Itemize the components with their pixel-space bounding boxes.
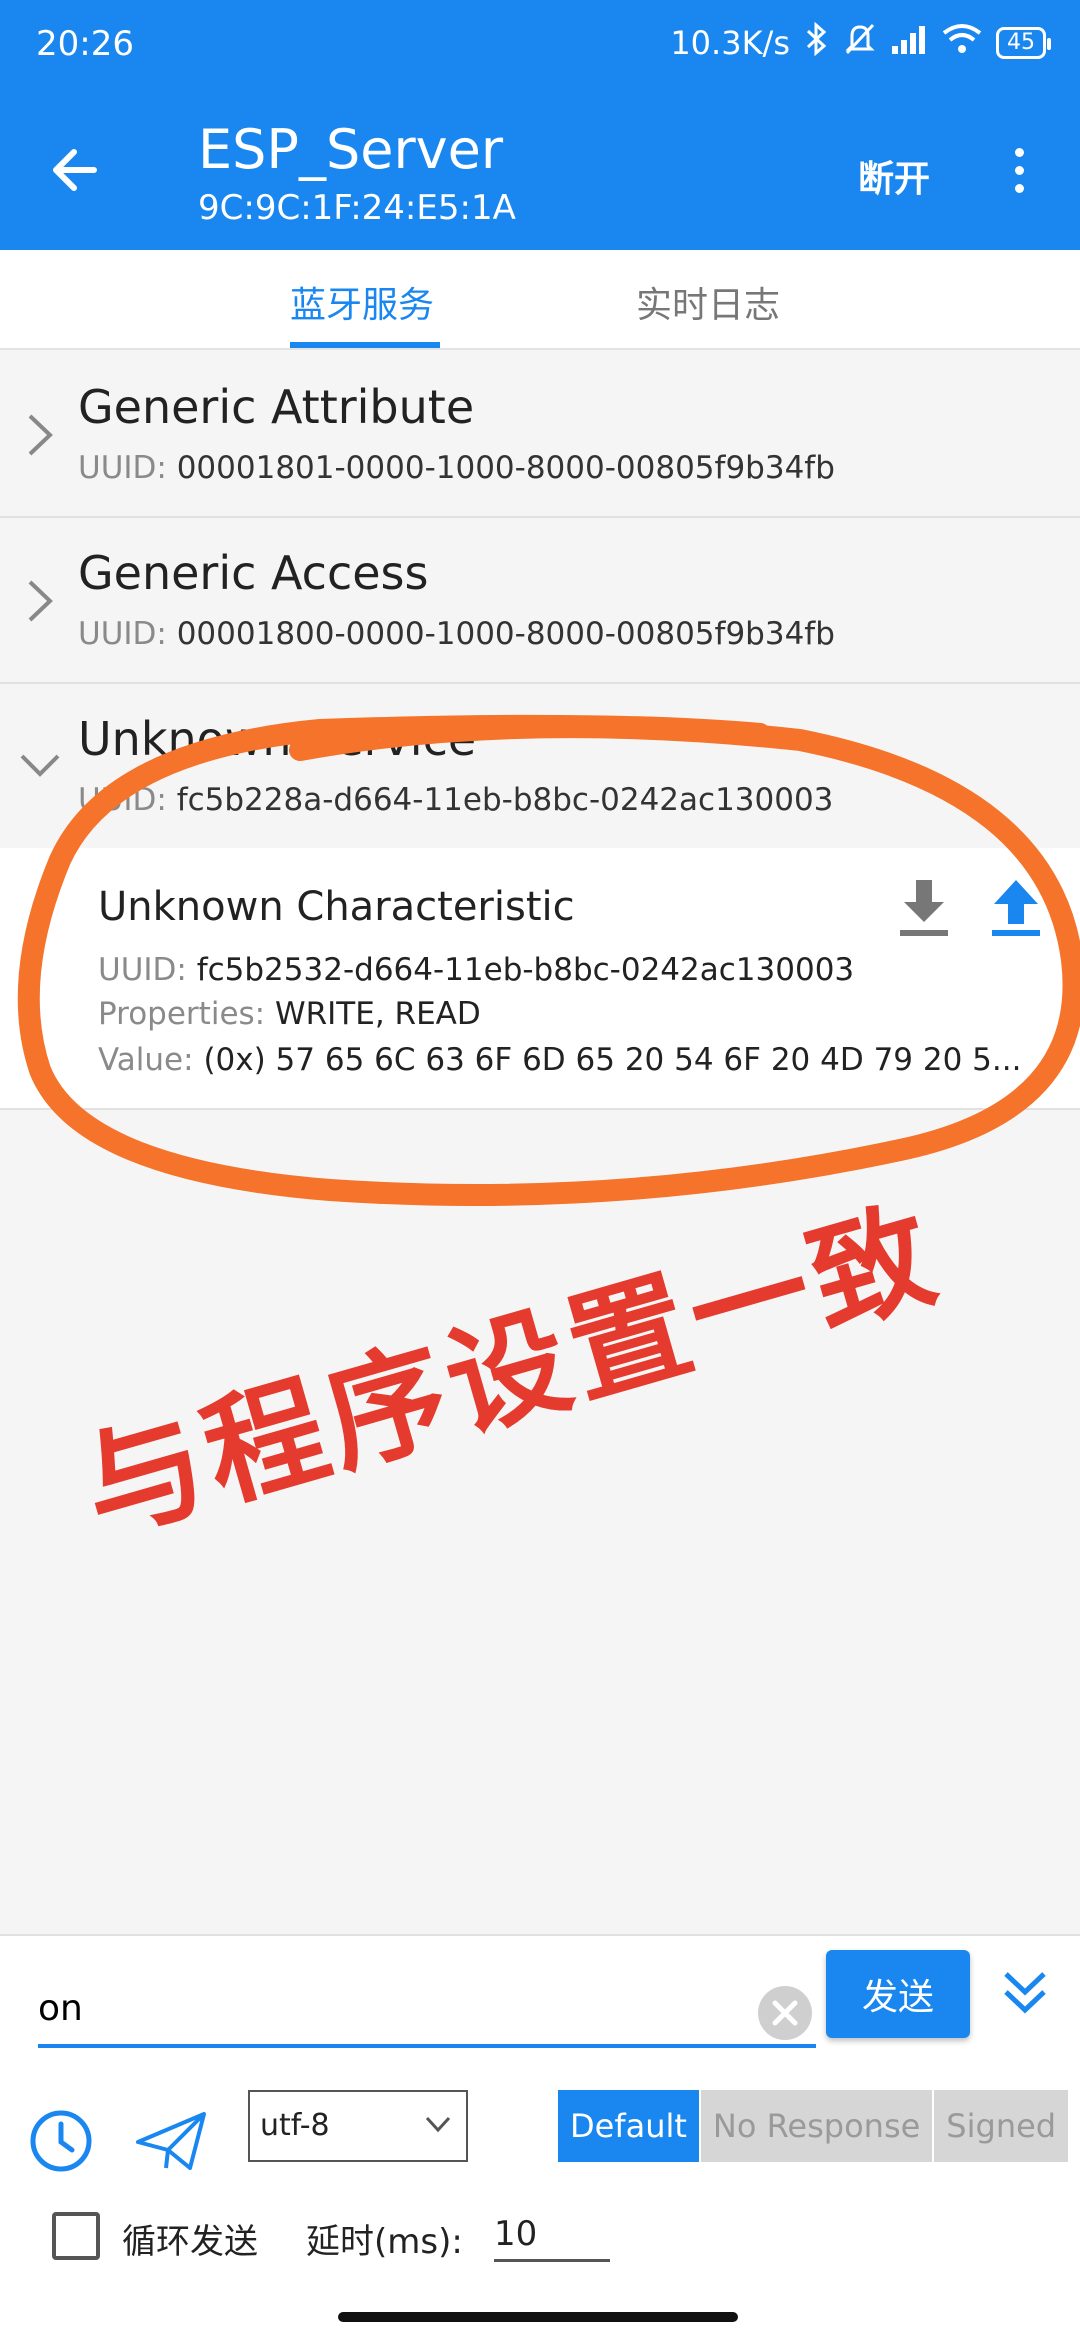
paper-plane-icon[interactable]: [134, 2108, 208, 2174]
service-uuid: UUID: 00001801-0000-1000-8000-00805f9b34…: [78, 450, 835, 486]
write-upload-icon[interactable]: [990, 878, 1042, 938]
arrow-left-icon: [53, 149, 97, 191]
disconnect-button[interactable]: 断开: [858, 150, 930, 202]
chevron-right-icon: [28, 414, 53, 456]
delay-label: 延时(ms):: [306, 2222, 463, 2262]
more-options-icon[interactable]: [1004, 148, 1034, 196]
uuid-value: fc5b228a-d664-11eb-b8bc-0242ac130003: [176, 782, 834, 818]
status-icons: 10.3K/s 45: [670, 21, 1051, 64]
message-input[interactable]: [38, 1976, 738, 2040]
device-name: ESP_Server: [198, 118, 504, 181]
characteristic-uuid: UUID: fc5b2532-d664-11eb-b8bc-0242ac1300…: [98, 952, 854, 988]
chevron-down-icon: [425, 2116, 451, 2133]
service-uuid: UUID: fc5b228a-d664-11eb-b8bc-0242ac1300…: [78, 782, 833, 818]
tab-bar: 蓝牙服务 实时日志: [0, 250, 1080, 350]
service-item[interactable]: Generic Access UUID: 00001800-0000-1000-…: [0, 518, 1080, 684]
home-indicator: [338, 2312, 738, 2322]
value-text: (0x) 57 65 6C 63 6F 6D 65 20 54 6F 20 4D…: [203, 1042, 1022, 1078]
chevron-right-icon: [28, 580, 53, 622]
uuid-label: UUID:: [78, 616, 167, 652]
service-item[interactable]: Generic Attribute UUID: 00001801-0000-10…: [0, 352, 1080, 518]
service-name: Generic Attribute: [78, 380, 475, 434]
bluetooth-icon: [804, 21, 830, 64]
status-time: 20:26: [36, 24, 134, 64]
clock-icon[interactable]: [28, 2108, 94, 2174]
signal-icon: [890, 22, 928, 64]
mode-signed[interactable]: Signed: [934, 2090, 1071, 2162]
message-input-wrapper: [38, 1976, 816, 2048]
loop-send-label: 循环发送: [122, 2222, 258, 2262]
tab-realtime-log[interactable]: 实时日志: [636, 276, 780, 328]
value-label: Value:: [98, 1042, 194, 1078]
send-button[interactable]: 发送: [826, 1950, 970, 2038]
properties-label: Properties:: [98, 996, 266, 1032]
send-panel: 发送 utf-8 Default No Response Signed 循环发送…: [0, 1934, 1080, 2340]
back-button[interactable]: [46, 140, 106, 200]
annotation-text: 与程序设置一致: [67, 1184, 955, 1562]
device-address: 9C:9C:1F:24:E5:1A: [198, 188, 516, 228]
collapse-chevron-icon[interactable]: [998, 1966, 1052, 2020]
loop-send-checkbox[interactable]: [52, 2212, 100, 2260]
characteristic-properties: Properties: WRITE, READ: [98, 996, 481, 1032]
tab-bluetooth-services[interactable]: 蓝牙服务: [290, 276, 434, 328]
net-speed: 10.3K/s: [670, 24, 790, 62]
service-name: Unknown Service: [78, 712, 477, 766]
encoding-value: utf-8: [260, 2108, 330, 2143]
battery-icon: 45: [996, 27, 1051, 59]
tab-indicator: [290, 342, 440, 348]
service-uuid: UUID: 00001800-0000-1000-8000-00805f9b34…: [78, 616, 835, 652]
uuid-label: UUID:: [78, 450, 167, 486]
service-item-expanded[interactable]: Unknown Service UUID: fc5b228a-d664-11eb…: [0, 684, 1080, 850]
characteristic-item[interactable]: Unknown Characteristic UUID: fc5b2532-d6…: [0, 848, 1080, 1110]
mode-default[interactable]: Default: [558, 2090, 701, 2162]
uuid-label: UUID:: [78, 782, 167, 818]
characteristic-value: Value: (0x) 57 65 6C 63 6F 6D 65 20 54 6…: [98, 1042, 1021, 1078]
clear-input-icon[interactable]: [758, 1986, 812, 2040]
write-mode-segmented: Default No Response Signed: [558, 2090, 1071, 2162]
service-name: Generic Access: [78, 546, 429, 600]
delay-input[interactable]: 10: [494, 2202, 610, 2262]
read-download-icon[interactable]: [896, 878, 952, 938]
uuid-value: fc5b2532-d664-11eb-b8bc-0242ac130003: [196, 952, 855, 988]
encoding-select[interactable]: utf-8: [248, 2090, 468, 2162]
uuid-label: UUID:: [98, 952, 187, 988]
app-bar: 20:26 10.3K/s 45 ESP_Server 9C:9C:1F:24:…: [0, 0, 1080, 250]
uuid-value: 00001801-0000-1000-8000-00805f9b34fb: [176, 450, 835, 486]
uuid-value: 00001800-0000-1000-8000-00805f9b34fb: [176, 616, 835, 652]
properties-value: WRITE, READ: [274, 996, 481, 1032]
mute-bell-icon: [844, 22, 876, 64]
wifi-icon: [942, 23, 982, 63]
mode-no-response[interactable]: No Response: [700, 2090, 935, 2162]
characteristic-name: Unknown Characteristic: [98, 884, 575, 930]
status-bar: 20:26 10.3K/s 45: [0, 0, 1080, 90]
chevron-down-icon: [20, 754, 60, 777]
